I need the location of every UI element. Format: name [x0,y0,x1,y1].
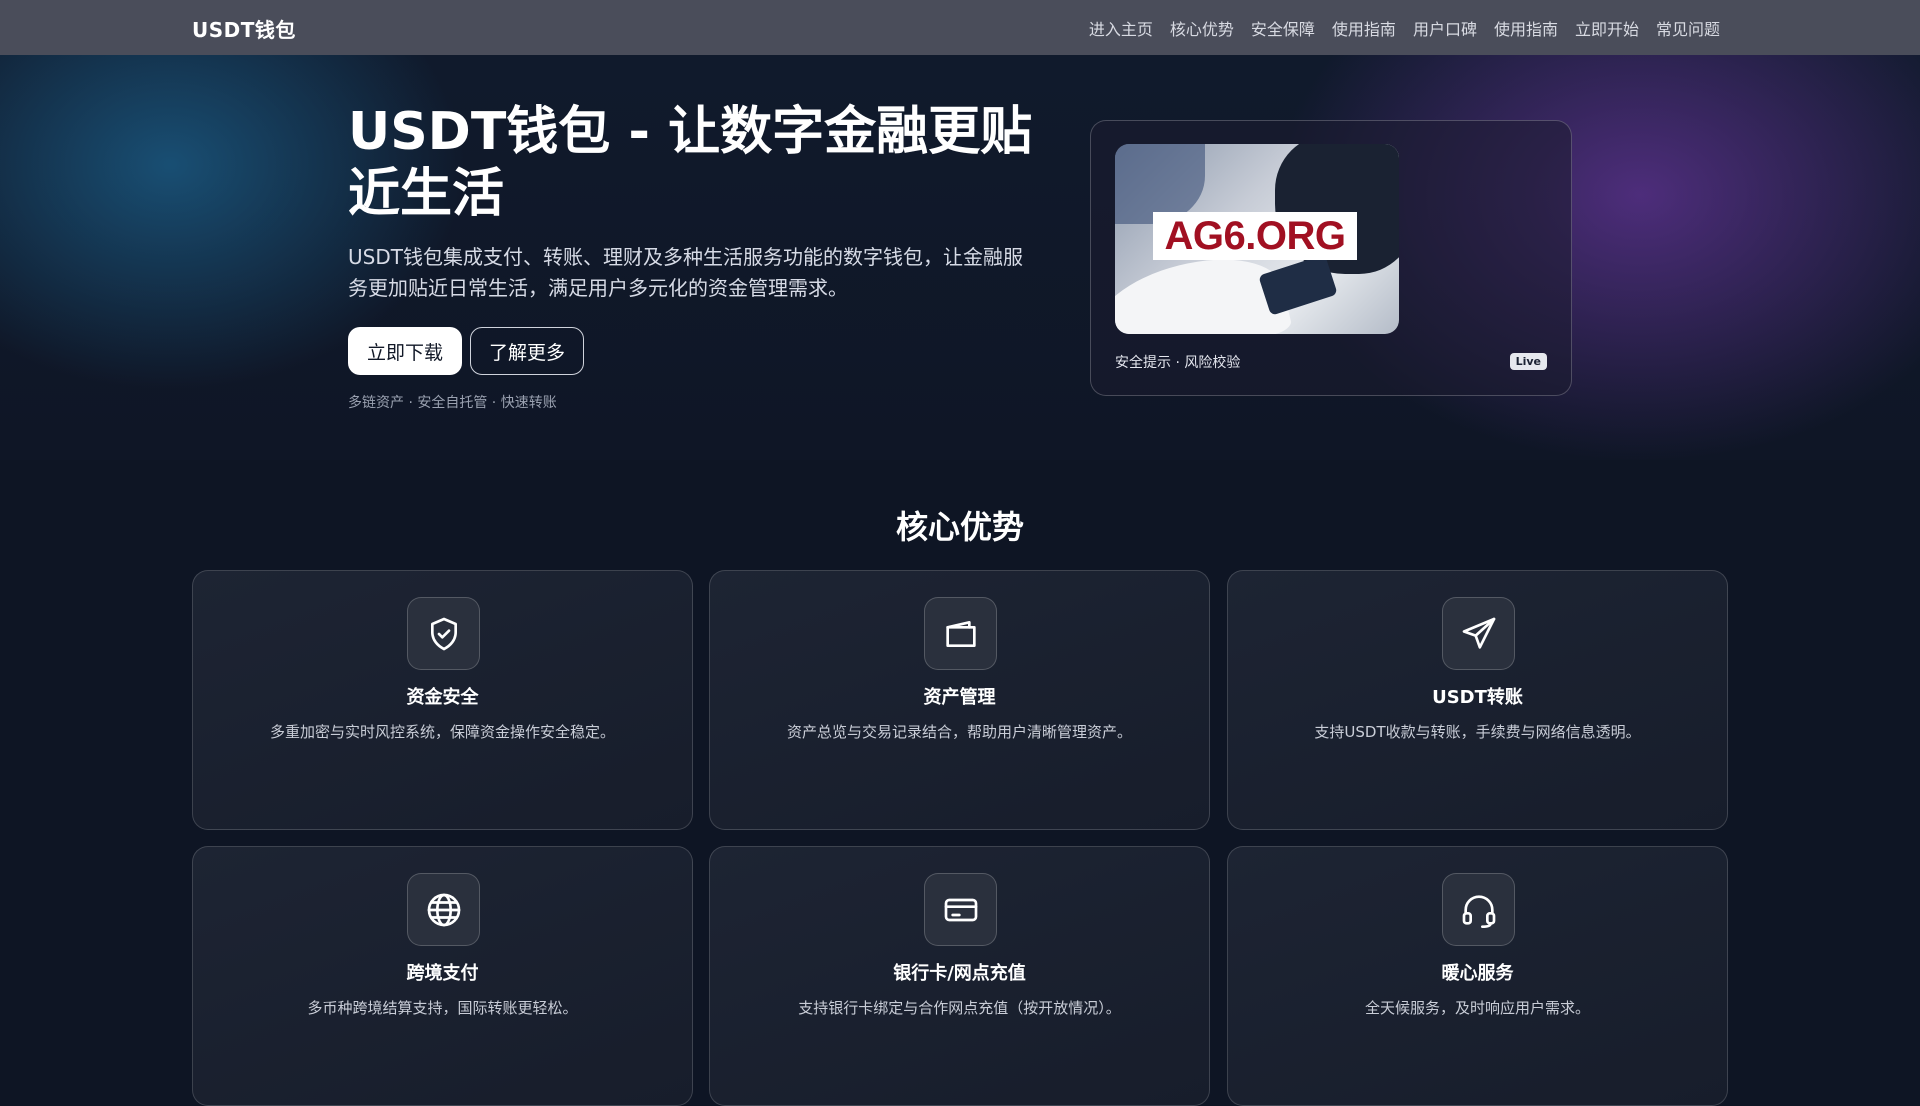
nav-link-guide[interactable]: 使用指南 [1332,16,1396,40]
nav-link-features[interactable]: 核心优势 [1170,16,1234,40]
feature-card-assets[interactable]: 资产管理 资产总览与交易记录结合，帮助用户清晰管理资产。 [709,570,1210,830]
hero-preview-card: AG6.ORG 安全提示 · 风险校验 Live [1090,120,1572,396]
hero-section: USDT钱包 - 让数字金融更贴近生活 USDT钱包集成支付、转账、理财及多种生… [0,55,1920,460]
card-caption: 安全提示 · 风险校验 [1115,355,1241,371]
photo-watermark-label: AG6.ORG [1153,212,1357,260]
feature-title: 跨境支付 [406,963,479,984]
live-badge: Live [1509,353,1547,370]
hero-title: USDT钱包 - 让数字金融更贴近生活 [348,102,1033,224]
feature-title: 资产管理 [923,687,996,708]
feature-card-bankcard[interactable]: 银行卡/网点充值 支持银行卡绑定与合作网点充值（按开放情况）。 [709,846,1210,1106]
hero-tags: 多链资产 · 安全自托管 · 快速转账 [348,395,557,411]
brand-logo[interactable]: USDT钱包 [192,14,296,43]
hero-photo: AG6.ORG [1115,144,1399,334]
feature-desc: 全天候服务，及时响应用户需求。 [1364,999,1590,1017]
feature-title: USDT转账 [1432,687,1523,708]
globe-icon [407,873,480,946]
learn-more-button[interactable]: 了解更多 [470,327,584,375]
feature-title: 资金安全 [406,687,479,708]
feature-desc: 支持银行卡绑定与合作网点充值（按开放情况）。 [798,999,1121,1017]
nav-link-start[interactable]: 立即开始 [1575,16,1639,40]
wallet-icon [924,597,997,670]
nav-link-home[interactable]: 进入主页 [1089,16,1153,40]
feature-card-service[interactable]: 暖心服务 全天候服务，及时响应用户需求。 [1227,846,1728,1106]
top-nav: USDT钱包 进入主页 核心优势 安全保障 使用指南 用户口碑 使用指南 立即开… [0,0,1920,55]
feature-title: 银行卡/网点充值 [893,963,1026,984]
feature-desc: 多币种跨境结算支持，国际转账更轻松。 [307,999,578,1017]
feature-card-crossborder[interactable]: 跨境支付 多币种跨境结算支持，国际转账更轻松。 [192,846,693,1106]
headset-icon [1442,873,1515,946]
feature-card-security[interactable]: 资金安全 多重加密与实时风控系统，保障资金操作安全稳定。 [192,570,693,830]
nav-link-security[interactable]: 安全保障 [1251,16,1315,40]
feature-card-transfer[interactable]: USDT转账 支持USDT收款与转账，手续费与网络信息透明。 [1227,570,1728,830]
nav-link-reviews[interactable]: 用户口碑 [1413,16,1477,40]
feature-desc: 多重加密与实时风控系统，保障资金操作安全稳定。 [269,723,615,741]
download-button[interactable]: 立即下载 [348,327,462,375]
nav-links: 进入主页 核心优势 安全保障 使用指南 用户口碑 使用指南 立即开始 常见问题 [1089,0,1720,55]
nav-link-guide-2[interactable]: 使用指南 [1494,16,1558,40]
feature-title: 暖心服务 [1441,963,1514,984]
feature-desc: 资产总览与交易记录结合，帮助用户清晰管理资产。 [786,723,1132,741]
hero-description: USDT钱包集成支付、转账、理财及多种生活服务功能的数字钱包，让金融服务更加贴近… [348,245,1023,300]
nav-link-faq[interactable]: 常见问题 [1656,16,1720,40]
feature-desc: 支持USDT收款与转账，手续费与网络信息透明。 [1314,723,1641,741]
shield-icon [407,597,480,670]
section-title: 核心优势 [895,508,1024,546]
send-icon [1442,597,1515,670]
card-icon [924,873,997,946]
